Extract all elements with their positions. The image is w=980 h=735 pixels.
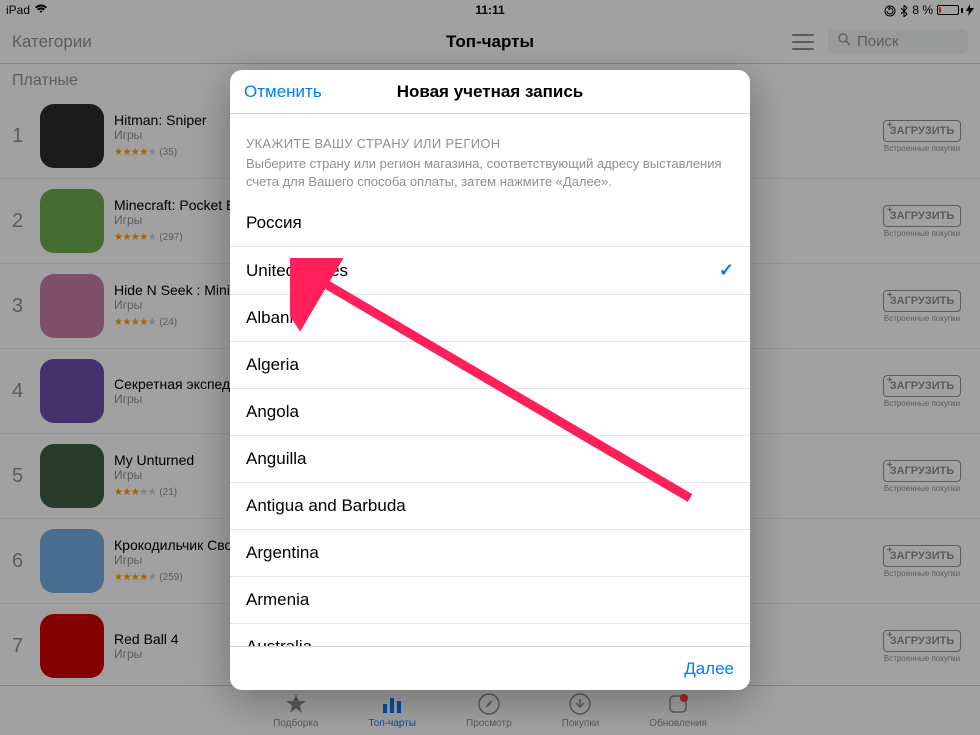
country-name: Argentina (246, 543, 319, 563)
country-name: Angola (246, 402, 299, 422)
country-name: Albania (246, 308, 303, 328)
section-description: Выберите страну или регион магазина, соо… (230, 155, 750, 200)
country-name: Australia (246, 637, 312, 646)
country-item[interactable]: Armenia (230, 577, 750, 624)
new-account-modal: Отменить Новая учетная запись УКАЖИТЕ ВА… (230, 70, 750, 690)
country-name: United States (246, 261, 348, 281)
country-item[interactable]: Anguilla (230, 436, 750, 483)
country-item[interactable]: Algeria (230, 342, 750, 389)
country-item[interactable]: Australia (230, 624, 750, 646)
next-button[interactable]: Далее (684, 659, 734, 679)
country-name: Россия (246, 213, 302, 233)
modal-title: Новая учетная запись (397, 82, 584, 102)
country-item[interactable]: Argentina (230, 530, 750, 577)
modal-body[interactable]: УКАЖИТЕ ВАШУ СТРАНУ ИЛИ РЕГИОН Выберите … (230, 114, 750, 646)
check-icon: ✓ (719, 260, 734, 281)
cancel-button[interactable]: Отменить (244, 82, 322, 102)
country-item[interactable]: Albania (230, 295, 750, 342)
country-item[interactable]: Antigua and Barbuda (230, 483, 750, 530)
section-label: УКАЖИТЕ ВАШУ СТРАНУ ИЛИ РЕГИОН (230, 114, 750, 155)
country-name: Algeria (246, 355, 299, 375)
country-name: Anguilla (246, 449, 307, 469)
country-list: Россия United States ✓ Albania Algeria Angola… (230, 200, 750, 646)
country-name: Armenia (246, 590, 309, 610)
country-name: Antigua and Barbuda (246, 496, 406, 516)
country-item[interactable]: Angola (230, 389, 750, 436)
country-item[interactable]: United States ✓ (230, 247, 750, 295)
country-item[interactable]: Россия (230, 200, 750, 247)
